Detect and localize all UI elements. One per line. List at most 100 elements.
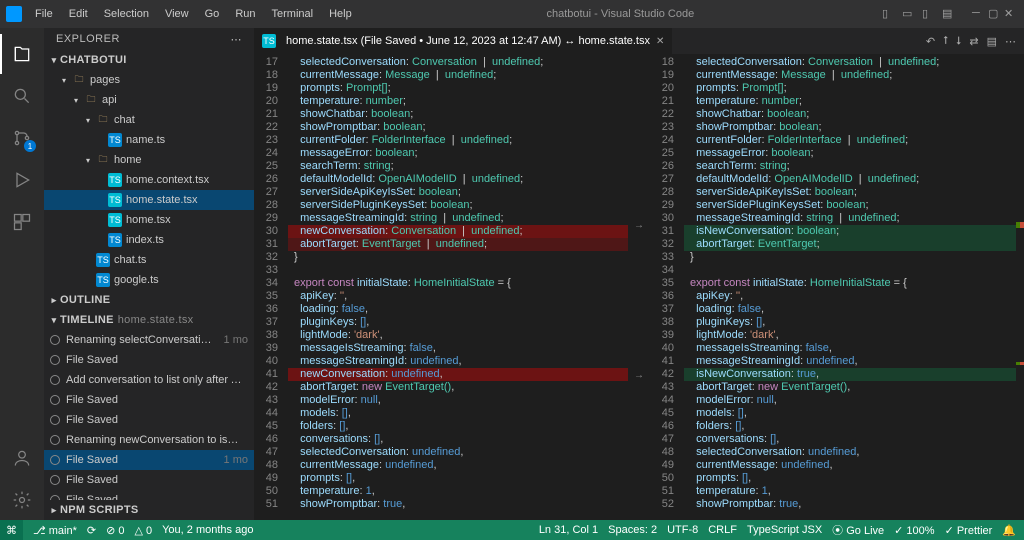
prev-change-icon[interactable]: ⭡ [943,35,948,48]
timeline-item[interactable]: File Saved [44,490,254,500]
inline-diff-icon[interactable]: ▤ [987,35,997,48]
notifications-icon[interactable]: 🔔 [1002,524,1016,537]
errors[interactable]: ⊘ 0 [106,524,124,537]
coverage[interactable]: ✓ 100% [894,524,934,537]
tree-item[interactable]: TSname.ts [44,130,254,150]
tree-item[interactable]: TSindex.ts [44,230,254,250]
run-debug-icon[interactable] [0,160,44,200]
diff-left-pane[interactable]: 1718192021222324252627282930313233343536… [254,54,628,520]
more-actions-icon[interactable]: ⋯ [1005,35,1016,48]
tree-item[interactable]: ▾🗀pages [44,70,254,90]
close-icon[interactable]: ✕ [1004,7,1018,21]
go-live[interactable]: ⦿ Go Live [832,522,884,538]
layout-controls[interactable]: ▯ ▭ ▯ ▤ [882,7,956,21]
window-title: chatbotui - Visual Studio Code [359,8,882,20]
tree-item[interactable]: TShome.tsx [44,210,254,230]
warnings[interactable]: △ 0 [134,524,152,537]
tab-label: home.state.tsx (File Saved • June 12, 20… [286,35,650,47]
prettier[interactable]: ✓ Prettier [945,524,993,537]
diff-editor[interactable]: 1718192021222324252627282930313233343536… [254,54,1024,520]
cursor-position[interactable]: Ln 31, Col 1 [539,524,598,536]
timeline-item[interactable]: File Saved [44,470,254,490]
timeline-item[interactable]: Add conversation to list only after AI m… [44,370,254,390]
menu-edit[interactable]: Edit [62,4,95,24]
extensions-icon[interactable] [0,202,44,242]
timeline-list: Renaming selectConversationId to s...1 m… [44,330,254,500]
swap-icon[interactable]: ⇄ [969,35,978,48]
encoding[interactable]: UTF-8 [667,524,698,536]
folder-icon: 🗀 [96,113,110,127]
tree-item[interactable]: TShome.state.tsx [44,190,254,210]
layout-customize-icon[interactable]: ▤ [942,7,956,21]
menu-terminal[interactable]: Terminal [265,4,321,24]
tree-item[interactable]: TSchat.ts [44,250,254,270]
git-branch[interactable]: ⎇ main* [33,524,77,537]
editor-group: TS home.state.tsx (File Saved • June 12,… [254,28,1024,520]
revert-icon[interactable]: ↶ [926,35,935,48]
eol[interactable]: CRLF [708,524,737,536]
tree-item[interactable]: ▾🗀api [44,90,254,110]
sidebar-more-icon[interactable]: ⋯ [231,33,243,46]
menu-go[interactable]: Go [198,4,227,24]
editor-tab[interactable]: TS home.state.tsx (File Saved • June 12,… [254,28,673,54]
ts-icon: TS [108,133,122,147]
minimap[interactable] [1016,54,1024,520]
sync-icon[interactable]: ⟳ [87,524,96,537]
timeline-item[interactable]: Renaming selectConversationId to s...1 m… [44,330,254,350]
timeline-item[interactable]: File Saved [44,390,254,410]
npm-scripts-header[interactable]: ▸NPM SCRIPTS [44,500,254,520]
search-icon[interactable] [0,76,44,116]
timeline-item[interactable]: Renaming newConversation to isNewC... [44,430,254,450]
timeline-item[interactable]: File Saved1 mo [44,450,254,470]
file-tree: ▾🗀pages▾🗀api▾🗀chatTSname.ts▾🗀homeTShome.… [44,70,254,290]
code-left[interactable]: selectedConversation: Conversation | und… [284,54,628,520]
outline-header[interactable]: ▸OUTLINE [44,290,254,310]
tree-item[interactable]: ▾🗀home [44,150,254,170]
layout-panel-icon[interactable]: ▭ [902,7,916,21]
tsx-icon: TS [108,213,122,227]
tsx-icon: TS [108,193,122,207]
account-icon[interactable] [0,438,44,478]
explorer-icon[interactable] [0,34,44,74]
code-right[interactable]: selectedConversation: Conversation | und… [680,54,1016,520]
diff-right-pane[interactable]: 1819202122232425262728293031323334353637… [650,54,1024,520]
titlebar: FileEditSelectionViewGoRunTerminalHelp c… [0,0,1024,28]
folder-icon: 🗀 [84,93,98,107]
minimize-icon[interactable]: ─ [972,7,986,21]
folder-icon: 🗀 [96,153,110,167]
layout-sidebar-left-icon[interactable]: ▯ [882,7,896,21]
vscode-icon [6,6,22,22]
next-change-icon[interactable]: ⭣ [956,35,961,48]
tree-item[interactable]: TSgoogle.ts [44,270,254,290]
project-header[interactable]: ▾CHATBOTUI [44,50,254,70]
gutter-right: 1819202122232425262728293031323334353637… [650,54,680,520]
menu-run[interactable]: Run [228,4,262,24]
remote-indicator[interactable]: ⌘ [0,520,23,540]
menu-bar: FileEditSelectionViewGoRunTerminalHelp [28,4,359,24]
status-bar: ⌘ ⎇ main* ⟳ ⊘ 0 △ 0 You, 2 months ago Ln… [0,520,1024,540]
layout-sidebar-right-icon[interactable]: ▯ [922,7,936,21]
ts-icon: TS [96,273,110,287]
menu-selection[interactable]: Selection [97,4,156,24]
language-mode[interactable]: TypeScript JSX [747,524,822,536]
git-blame[interactable]: You, 2 months ago [162,524,253,536]
tsx-icon: TS [108,173,122,187]
menu-help[interactable]: Help [322,4,359,24]
timeline-item[interactable]: File Saved [44,410,254,430]
menu-view[interactable]: View [158,4,196,24]
ts-icon: TS [96,253,110,267]
ts-icon: TS [108,233,122,247]
timeline-item[interactable]: File Saved [44,350,254,370]
menu-file[interactable]: File [28,4,60,24]
sidebar-title: EXPLORER⋯ [44,28,254,50]
timeline-header[interactable]: ▾TIMELINEhome.state.tsx [44,310,254,330]
tree-item[interactable]: ▾🗀chat [44,110,254,130]
settings-gear-icon[interactable] [0,480,44,520]
tab-bar: TS home.state.tsx (File Saved • June 12,… [254,28,1024,54]
tree-item[interactable]: TShome.context.tsx [44,170,254,190]
source-control-icon[interactable]: 1 [0,118,44,158]
maximize-icon[interactable]: ▢ [988,7,1002,21]
indentation[interactable]: Spaces: 2 [608,524,657,536]
tab-close-icon[interactable]: ✕ [656,36,664,47]
sidebar: EXPLORER⋯ ▾CHATBOTUI ▾🗀pages▾🗀api▾🗀chatT… [44,28,254,520]
